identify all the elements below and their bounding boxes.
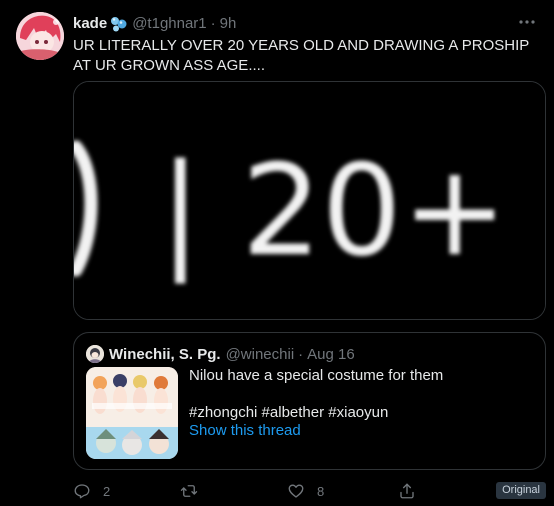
quoted-tweet-timestamp[interactable]: Aug 16	[307, 346, 355, 363]
quoted-author-name[interactable]: Winechii, S. Pg.	[109, 346, 221, 363]
quoted-tweet-card[interactable]: Winechii, S. Pg. @winechii · Aug 16 Nilo…	[73, 332, 546, 470]
more-icon[interactable]	[516, 12, 538, 37]
author-name[interactable]: kade	[73, 15, 107, 32]
reply-count: 2	[103, 483, 111, 499]
reply-button[interactable]: 2	[73, 480, 110, 502]
tweet-media-image[interactable]: | 20+	[73, 81, 546, 320]
share-icon	[400, 483, 414, 499]
like-icon	[288, 484, 304, 498]
tweet-actions: 2 8	[73, 480, 546, 502]
original-badge[interactable]: Original	[496, 482, 546, 499]
share-button[interactable]	[398, 480, 416, 502]
separator-dot: ·	[298, 345, 304, 363]
tweet-timestamp[interactable]: 9h	[220, 15, 237, 32]
show-thread-link[interactable]: Show this thread	[189, 422, 529, 440]
like-button[interactable]: 8	[287, 480, 324, 502]
quoted-author-avatar[interactable]	[86, 345, 104, 363]
retweet-button[interactable]	[179, 480, 211, 502]
quoted-tweet-hashtags[interactable]: #zhongchi #albether #xiaoyun	[189, 404, 529, 422]
tweet-text: UR LITERALLY OVER 20 YEARS OLD AND DRAWI…	[73, 37, 529, 74]
like-count: 8	[317, 483, 325, 499]
quoted-tweet-line: Nilou have a special costume for them	[189, 367, 444, 384]
retweet-icon	[180, 485, 198, 497]
quoted-tweet-header: Winechii, S. Pg. @winechii · Aug 16	[86, 345, 355, 363]
separator-dot: ·	[210, 14, 216, 32]
media-text: | 20+	[159, 137, 507, 284]
quoted-author-handle[interactable]: @winechii	[226, 346, 295, 363]
reply-icon	[74, 484, 90, 499]
author-handle[interactable]: @t1ghnar1	[132, 15, 206, 32]
quoted-tweet-thumbnail[interactable]	[86, 367, 178, 459]
tweet-header: kade @t1ghnar1 · 9h	[73, 13, 538, 33]
quoted-tweet-text: Nilou have a special costume for them #z…	[189, 367, 529, 440]
author-avatar[interactable]	[16, 12, 64, 60]
blue-bubbles-emoji-icon	[110, 16, 128, 32]
